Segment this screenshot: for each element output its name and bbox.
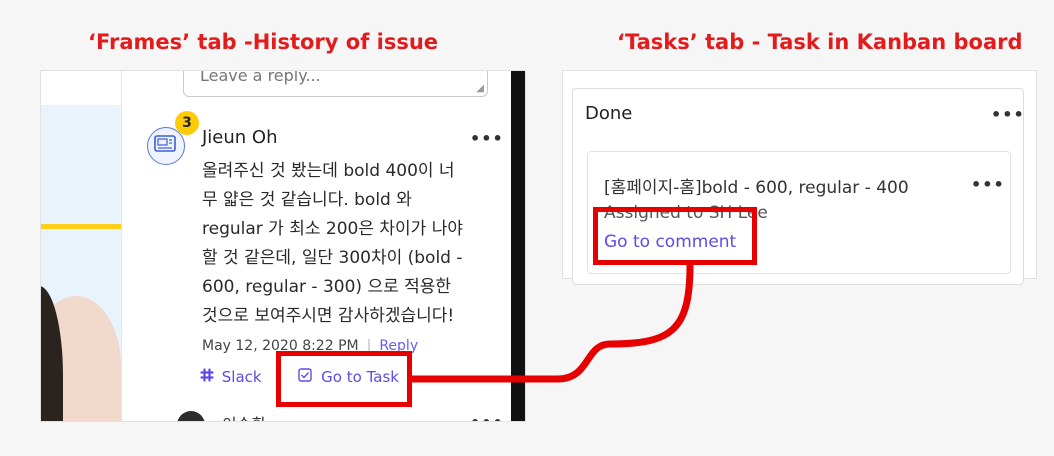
- connector-arrow: [412, 264, 694, 383]
